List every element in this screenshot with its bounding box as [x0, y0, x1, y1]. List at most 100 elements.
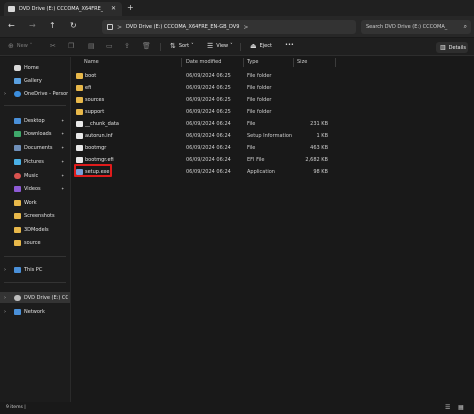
file-name: boot	[85, 73, 97, 79]
back-button[interactable]: ←	[8, 21, 15, 30]
file-date: 06/09/2024 06:25	[186, 85, 231, 91]
sidebar-item-gallery[interactable]: Gallery	[0, 75, 70, 86]
view-label: View	[216, 43, 229, 49]
sidebar-item-desktop[interactable]: Desktop ✦	[0, 115, 70, 126]
settings-file-icon	[76, 133, 83, 139]
new-button[interactable]: ⊕ New ˅	[8, 42, 32, 50]
new-tab-button[interactable]: +	[127, 3, 134, 12]
details-label: Details	[448, 44, 467, 51]
list-item[interactable]: boot 06/09/2024 06:25 File folder	[71, 70, 337, 82]
search-input[interactable]: Search DVD Drive (E:) CCCOMA_ ⌕	[361, 20, 471, 34]
tiles-view-icon[interactable]: ▦	[458, 404, 464, 411]
address-bar[interactable]: > DVD Drive (E:) CCCOMA_X64FRE_EN-GB_DV9…	[102, 20, 356, 34]
folder-icon	[76, 73, 83, 79]
column-resize-handle[interactable]	[293, 58, 294, 67]
music-icon	[14, 172, 21, 179]
sidebar-item-documents[interactable]: Documents ✦	[0, 142, 70, 153]
sort-label: Sort	[178, 43, 190, 49]
file-name: support	[85, 109, 105, 115]
refresh-button[interactable]: ↻	[70, 21, 77, 30]
eject-button[interactable]: ⏏ Eject	[250, 42, 272, 50]
folder-icon	[76, 97, 83, 103]
folder-icon	[14, 199, 21, 206]
file-date: 06/09/2024 06:24	[186, 121, 231, 127]
list-item[interactable]: efi 06/09/2024 06:25 File folder	[71, 82, 337, 94]
dvd-drive-icon	[14, 294, 21, 301]
plus-icon: ⊕	[8, 42, 14, 50]
sidebar-item-onedrive[interactable]: › OneDrive - Persona	[0, 88, 70, 99]
sidebar-item-pictures[interactable]: Pictures ✦	[0, 156, 70, 167]
paste-icon[interactable]: ▤	[88, 42, 98, 50]
chevron-right-icon: >	[243, 23, 249, 31]
chevron-down-icon: ˅	[29, 43, 33, 49]
sidebar-item-music[interactable]: Music ✦	[0, 170, 70, 181]
sort-icon: ⇅	[170, 42, 176, 50]
details-pane-icon: ▥	[440, 44, 446, 51]
column-resize-handle[interactable]	[335, 58, 336, 67]
column-header-type[interactable]: Type	[247, 59, 258, 65]
chevron-right-icon[interactable]: ›	[4, 295, 6, 301]
title-bar: DVD Drive (E:) CCCOMA_X64FRE_EN-GB_DV9 ✕…	[0, 0, 474, 16]
search-icon: ⌕	[463, 23, 467, 30]
list-item[interactable]: sources 06/09/2024 06:25 File folder	[71, 94, 337, 106]
delete-icon[interactable]: 🗑	[142, 42, 154, 50]
file-date: 06/09/2024 06:24	[186, 157, 231, 163]
up-button[interactable]: ↑	[49, 21, 56, 30]
column-header-name[interactable]: Name	[84, 59, 99, 65]
divider	[4, 256, 66, 257]
breadcrumb[interactable]: DVD Drive (E:) CCCOMA_X64FRE_EN-GB_DV9	[126, 24, 239, 30]
more-options-button[interactable]: •••	[285, 42, 294, 48]
divider	[4, 105, 66, 106]
sidebar-item-3dmodels[interactable]: 3DModels	[0, 224, 70, 235]
column-header-date[interactable]: Date modified	[186, 59, 221, 65]
pin-icon: ✦	[61, 159, 65, 164]
tab-dvd-drive[interactable]: DVD Drive (E:) CCCOMA_X64FRE_EN-GB_DV9 ✕	[4, 2, 122, 16]
copy-icon[interactable]: ❐	[68, 42, 77, 50]
file-type: Setup Information	[247, 133, 293, 139]
chevron-right-icon[interactable]: ›	[4, 309, 6, 315]
column-resize-handle[interactable]	[243, 58, 244, 67]
list-item[interactable]: support 06/09/2024 06:25 File folder	[71, 106, 337, 118]
file-type: File	[247, 121, 256, 127]
list-item[interactable]: autorun.inf 06/09/2024 06:24 Setup Infor…	[71, 130, 337, 142]
file-type: Application	[247, 169, 275, 175]
chevron-right-icon[interactable]: ›	[4, 91, 6, 97]
file-date: 06/09/2024 06:25	[186, 97, 231, 103]
details-button[interactable]: ▥ Details	[436, 42, 468, 53]
file-size: 1 KB	[316, 133, 328, 139]
divider	[240, 43, 241, 51]
sort-button[interactable]: ⇅ Sort ˅	[170, 42, 194, 50]
file-name: efi	[85, 85, 92, 91]
rename-icon[interactable]: ▭	[106, 42, 116, 50]
column-header-size[interactable]: Size	[297, 59, 307, 65]
cloud-icon	[14, 90, 21, 97]
sidebar-item-home[interactable]: Home	[0, 62, 70, 73]
share-icon[interactable]: ⇪	[124, 42, 133, 50]
home-icon	[14, 64, 21, 71]
divider	[4, 282, 66, 283]
sidebar-item-downloads[interactable]: Downloads ✦	[0, 128, 70, 139]
desktop-icon	[14, 117, 21, 124]
list-item[interactable]: __chunk_data 06/09/2024 06:24 File 231 K…	[71, 118, 337, 130]
cut-icon[interactable]: ✂	[50, 42, 59, 50]
sidebar-item-dvd-drive[interactable]: › DVD Drive (E:) CCCOMA	[0, 292, 70, 303]
navigation-pane: Home Gallery › OneDrive - Persona Deskto…	[0, 57, 70, 402]
close-tab-icon[interactable]: ✕	[111, 5, 116, 12]
sidebar-item-network[interactable]: › Network	[0, 306, 70, 317]
chevron-right-icon[interactable]: ›	[4, 267, 6, 273]
sidebar-item-label: OneDrive - Persona	[24, 90, 68, 97]
file-type: File folder	[247, 85, 272, 91]
column-resize-handle[interactable]	[181, 58, 182, 67]
forward-button[interactable]: →	[29, 21, 36, 30]
view-button[interactable]: ☰ View ˅	[207, 42, 233, 50]
pin-icon: ✦	[61, 131, 65, 136]
monitor-icon	[107, 24, 113, 30]
sidebar-item-videos[interactable]: Videos ✦	[0, 183, 70, 194]
sidebar-item-source[interactable]: source	[0, 237, 70, 248]
sidebar-item-screenshots[interactable]: Screenshots	[0, 210, 70, 221]
sidebar-item-label: Screenshots	[24, 212, 55, 219]
list-item[interactable]: bootmgr 06/09/2024 06:24 File 463 KB	[71, 142, 337, 154]
details-view-icon[interactable]: ☰	[445, 404, 450, 411]
sidebar-item-work[interactable]: Work	[0, 197, 70, 208]
sidebar-item-this-pc[interactable]: › This PC	[0, 264, 70, 275]
